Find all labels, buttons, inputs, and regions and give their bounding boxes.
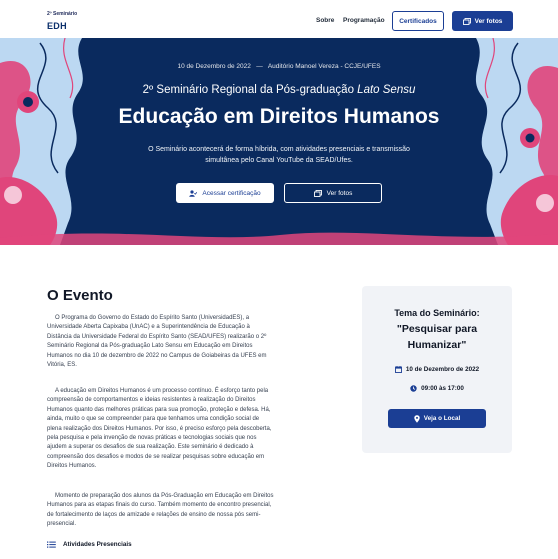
brand-superscript: 2º Seminário bbox=[47, 11, 78, 17]
hero-meta: 10 de Dezembro de 2022 — Auditório Manoe… bbox=[0, 63, 558, 70]
event-paragraph-3: Momento de preparação dos alunos da Pós-… bbox=[47, 493, 274, 528]
event-date: 10 de Dezembro de 2022 bbox=[177, 63, 251, 70]
event-paragraph-1: O Programa do Governo do Estado do Espír… bbox=[47, 315, 267, 369]
map-pin-icon bbox=[414, 414, 420, 423]
view-location-button[interactable]: Veja o Local bbox=[388, 409, 486, 428]
card-date-row: 10 de Dezembro de 2022 bbox=[362, 366, 512, 373]
activities-heading[interactable]: Atividades Presenciais bbox=[47, 541, 132, 548]
images-icon bbox=[462, 17, 471, 25]
user-check-icon bbox=[189, 189, 198, 197]
theme-label: Tema do Seminário: bbox=[394, 308, 480, 318]
event-section-title: O Evento bbox=[47, 287, 113, 304]
view-location-label: Veja o Local bbox=[423, 415, 461, 422]
seminar-theme-card: Tema do Seminário: "Pesquisar para Human… bbox=[362, 286, 512, 453]
nav-photos-label: Ver fotos bbox=[474, 17, 503, 25]
card-date: 10 de Dezembro de 2022 bbox=[405, 366, 480, 373]
images-icon bbox=[313, 189, 322, 197]
card-time-row: 09:00 às 17:00 bbox=[362, 385, 512, 392]
list-icon bbox=[47, 541, 56, 548]
hero-description: O Seminário acontecerá de forma híbrida,… bbox=[148, 146, 410, 164]
brand-name: EDH bbox=[47, 21, 67, 31]
meta-separator: — bbox=[256, 63, 263, 70]
event-venue: Auditório Manoel Vereza - CCJE/UFES bbox=[267, 63, 381, 70]
calendar-icon bbox=[394, 366, 402, 373]
nav-link-programacao[interactable]: Programação bbox=[343, 17, 385, 24]
hero-subtitle: 2º Seminário Regional da Pós-graduação L… bbox=[0, 84, 558, 96]
brand-logo[interactable]: 2º Seminário EDH bbox=[47, 12, 77, 33]
hero-photos-label: Ver fotos bbox=[326, 189, 353, 197]
access-certification-button[interactable]: Acessar certificação bbox=[176, 183, 274, 203]
hero-subtitle-text: 2º Seminário Regional da Pós-graduação bbox=[142, 84, 358, 96]
theme-text: "Pesquisar para Humanizar" bbox=[396, 323, 478, 351]
card-time: 09:00 às 17:00 bbox=[421, 385, 464, 392]
nav-photos-button[interactable]: Ver fotos bbox=[452, 11, 513, 31]
hero-subtitle-emphasis: Lato Sensu bbox=[357, 84, 416, 96]
certificates-button[interactable]: Certificados bbox=[392, 11, 444, 31]
navbar: 2º Seminário EDH Sobre Programação Certi… bbox=[0, 0, 558, 38]
activities-label: Atividades Presenciais bbox=[63, 541, 132, 548]
hero-banner: 10 de Dezembro de 2022 — Auditório Manoe… bbox=[0, 38, 558, 245]
hero-title: Educação em Direitos Humanos bbox=[118, 105, 440, 128]
clock-icon bbox=[410, 385, 417, 392]
nav-link-sobre[interactable]: Sobre bbox=[316, 17, 334, 24]
event-paragraph-2: A educação em Direitos Humanos é um proc… bbox=[47, 388, 272, 470]
hero-photos-button[interactable]: Ver fotos bbox=[284, 183, 382, 203]
access-certification-label: Acessar certificação bbox=[202, 189, 261, 197]
